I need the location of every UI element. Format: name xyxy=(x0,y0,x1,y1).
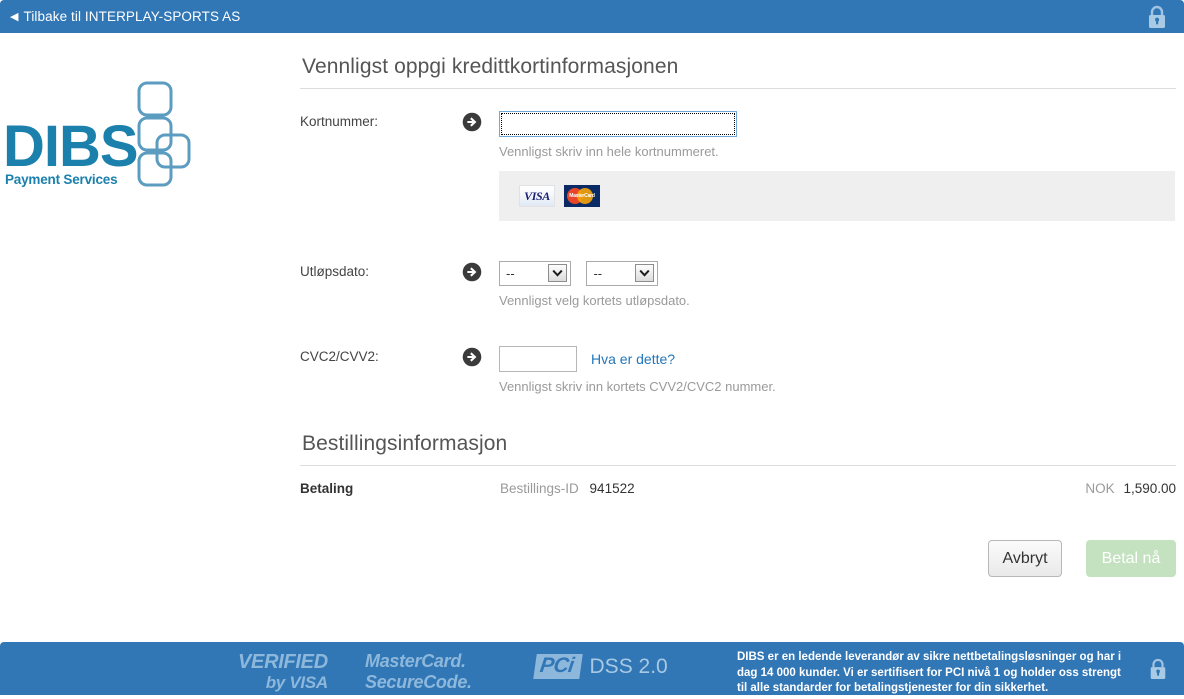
dibs-wordmark: DIBS xyxy=(3,114,139,179)
back-arrow-icon: ◀ xyxy=(10,10,19,23)
visa-logo-label: VISA xyxy=(524,189,550,203)
pci-mark-label: PCi xyxy=(533,654,583,680)
top-header-bar: ◀ Tilbake til INTERPLAY-SPORTS AS xyxy=(0,0,1184,33)
expiry-hint: Vennligst velg kortets utløpsdato. xyxy=(499,293,690,308)
order-summary-row: Betaling Bestillings-ID 941522 NOK 1,590… xyxy=(300,466,1176,496)
expiry-year-select[interactable]: -- xyxy=(586,261,659,286)
footer-description: DIBS er en ledende leverandør av sikre n… xyxy=(737,651,1122,695)
pci-dss-badge: PCi DSS 2.0 xyxy=(533,654,668,680)
expiry-row: Utløpsdato: -- -- Vennligst velg kortets… xyxy=(300,221,1176,308)
cancel-button[interactable]: Avbryt xyxy=(988,540,1062,577)
card-form-title: Vennligst oppgi kredittkortinformasjonen xyxy=(300,55,1176,89)
amount-value: 1,590.00 xyxy=(1123,481,1176,496)
order-id-label: Bestillings-ID xyxy=(500,481,579,496)
payment-page: ◀ Tilbake til INTERPLAY-SPORTS AS DIBS P… xyxy=(0,0,1184,699)
verified-by-visa-top: VERIFIED xyxy=(238,651,328,673)
verified-by-visa-badge: VERIFIED by VISA xyxy=(238,652,328,691)
expiry-label: Utløpsdato: xyxy=(300,264,370,279)
order-id-group: Bestillings-ID 941522 xyxy=(500,481,635,496)
accepted-cards-band: VISA MasterCard xyxy=(499,171,1175,221)
back-link[interactable]: ◀ Tilbake til INTERPLAY-SPORTS AS xyxy=(0,0,1184,33)
expiry-month-select[interactable]: -- xyxy=(499,261,571,286)
cvc-help-link[interactable]: Hva er dette? xyxy=(591,351,675,367)
card-number-row: Kortnummer: Vennligst skriv inn hele kor… xyxy=(300,89,1176,221)
bottom-strip xyxy=(0,695,1184,699)
dibs-tagline: Payment Services xyxy=(5,172,118,187)
lock-icon xyxy=(1148,658,1168,685)
arrow-right-circle-icon xyxy=(462,261,499,287)
card-number-label: Kortnummer: xyxy=(300,114,379,129)
card-number-hint: Vennligst skriv inn hele kortnummeret. xyxy=(499,144,719,159)
mastercard-logo-icon: MasterCard xyxy=(564,185,600,207)
pay-now-button[interactable]: Betal nå xyxy=(1086,540,1176,577)
cvc-hint: Vennligst skriv inn kortets CVV2/CVC2 nu… xyxy=(499,379,776,394)
back-link-label: Tilbake til INTERPLAY-SPORTS AS xyxy=(23,9,241,24)
mastercard-securecode-bottom: SecureCode. xyxy=(365,672,472,692)
expiry-year-wrap: -- xyxy=(586,261,659,286)
visa-logo-icon: VISA xyxy=(519,185,555,207)
dibs-logo: DIBS Payment Services xyxy=(0,80,260,200)
order-id-value: 941522 xyxy=(589,481,635,496)
mastercard-securecode-top: MasterCard. xyxy=(365,651,466,671)
action-buttons: Avbryt Betal nå xyxy=(300,496,1176,577)
currency-label: NOK xyxy=(1085,481,1115,496)
card-number-input[interactable] xyxy=(499,111,737,137)
verified-by-visa-bottom: by VISA xyxy=(265,673,328,692)
dibs-logo-mark-icon xyxy=(135,80,195,195)
order-amount-group: NOK 1,590.00 xyxy=(1085,481,1176,496)
cvc-label: CVC2/CVV2: xyxy=(300,349,379,364)
mastercard-securecode-badge: MasterCard. SecureCode. xyxy=(365,652,472,691)
mastercard-logo-label: MasterCard xyxy=(569,193,595,199)
cvc-row: CVC2/CVV2: Hva er dette? Vennligst skriv… xyxy=(300,308,1176,394)
lock-icon xyxy=(1146,5,1168,34)
expiry-month-wrap: -- xyxy=(499,261,571,286)
order-info-title: Bestillingsinformasjon xyxy=(300,432,1176,466)
pci-dss-label: DSS 2.0 xyxy=(589,654,668,678)
footer-bar: VERIFIED by VISA MasterCard. SecureCode.… xyxy=(0,642,1184,699)
arrow-right-circle-icon xyxy=(462,346,499,372)
payment-label: Betaling xyxy=(300,481,354,496)
main-content: Vennligst oppgi kredittkortinformasjonen… xyxy=(300,55,1176,577)
arrow-right-circle-icon xyxy=(462,111,499,137)
cvc-input[interactable] xyxy=(499,346,577,372)
